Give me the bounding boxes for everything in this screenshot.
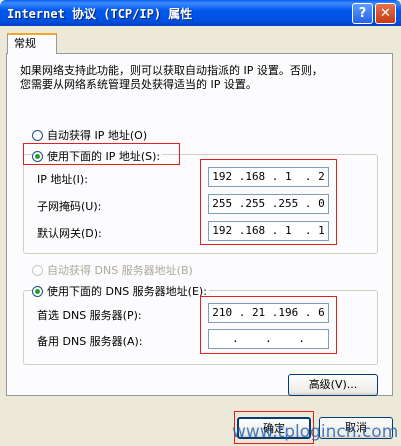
default-gateway-input[interactable]: 192 .168 . 1 . 1	[208, 221, 329, 241]
auto-dns-radio	[32, 264, 43, 276]
title-bar: Internet 协议 (TCP/IP) 属性 ? ✕	[0, 0, 401, 26]
window-title: Internet 协议 (TCP/IP) 属性	[7, 7, 193, 21]
auto-dns-option: 自动获得 DNS 服务器地址(B)	[32, 262, 193, 278]
auto-ip-option[interactable]: 自动获得 IP 地址(O)	[32, 127, 147, 143]
tcpip-properties-dialog: Internet 协议 (TCP/IP) 属性 ? ✕ 常规 如果网络支持此功能…	[0, 0, 401, 446]
ip-address-input[interactable]: 192 .168 . 1 . 2	[208, 167, 329, 187]
ip-address-label: IP 地址(I):	[37, 173, 88, 186]
manual-ip-radio[interactable]	[32, 150, 43, 162]
manual-dns-radio[interactable]	[32, 285, 43, 297]
intro-text: 如果网络支持此功能，则可以获取自动指派的 IP 设置。否则， 您需要从网络系统管…	[20, 64, 370, 92]
subnet-mask-label: 子网掩码(U):	[37, 200, 102, 213]
default-gateway-label: 默认网关(D):	[37, 227, 102, 240]
close-button[interactable]: ✕	[375, 3, 396, 24]
preferred-dns-input[interactable]: 210 . 21 .196 . 6	[208, 303, 329, 323]
alternate-dns-input[interactable]: . . .	[208, 329, 329, 349]
alternate-dns-label: 备用 DNS 服务器(A):	[37, 335, 143, 348]
preferred-dns-label: 首选 DNS 服务器(P):	[37, 309, 142, 322]
auto-dns-label: 自动获得 DNS 服务器地址(B)	[47, 264, 193, 277]
tab-general[interactable]: 常规	[7, 33, 57, 54]
intro-line-1: 如果网络支持此功能，则可以获取自动指派的 IP 设置。否则，	[20, 64, 323, 77]
manual-ip-label: 使用下面的 IP 地址(S):	[47, 150, 161, 163]
subnet-mask-input[interactable]: 255 .255 .255 . 0	[208, 194, 329, 214]
advanced-button[interactable]: 高级(V)...	[288, 374, 378, 396]
help-button[interactable]: ?	[352, 3, 373, 24]
site-watermark: www.tplogincn.com	[232, 422, 399, 442]
auto-ip-radio[interactable]	[32, 129, 43, 141]
manual-ip-option[interactable]: 使用下面的 IP 地址(S):	[32, 148, 163, 164]
manual-dns-option[interactable]: 使用下面的 DNS 服务器地址(E):	[32, 283, 209, 299]
intro-line-2: 您需要从网络系统管理员处获得适当的 IP 设置。	[20, 78, 257, 91]
manual-dns-label: 使用下面的 DNS 服务器地址(E):	[47, 285, 207, 298]
auto-ip-label: 自动获得 IP 地址(O)	[47, 129, 148, 142]
